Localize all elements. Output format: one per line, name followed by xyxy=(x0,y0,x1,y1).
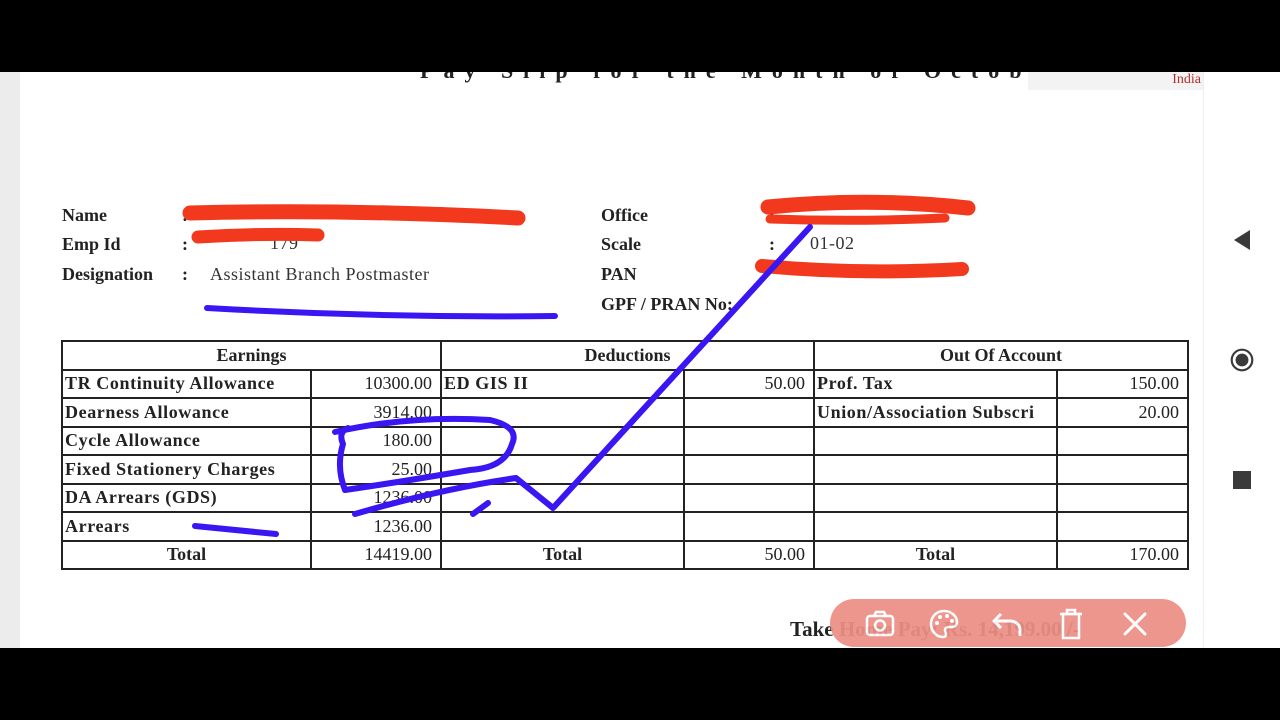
home-icon xyxy=(1230,348,1254,372)
earning-amount: 180.00 xyxy=(310,425,442,456)
earning-amount: 1236.00 xyxy=(310,482,442,513)
close-icon xyxy=(1123,612,1147,636)
palette-icon xyxy=(929,609,959,639)
deduction-amount xyxy=(683,511,815,542)
table-header-row: Earnings Deductions Out Of Account xyxy=(61,340,1189,371)
colon: : xyxy=(769,234,775,254)
table-row: Dearness Allowance 3914.00 Union/Associa… xyxy=(61,397,1189,428)
trash-icon xyxy=(1060,608,1082,640)
ooa-amount: 20.00 xyxy=(1056,397,1189,428)
close-button[interactable] xyxy=(1118,607,1152,641)
designation-label: Designation xyxy=(62,264,154,284)
deduction-name xyxy=(440,454,685,485)
ooa-total: 170.00 xyxy=(1056,539,1189,570)
recents-button[interactable] xyxy=(1230,468,1254,492)
deductions-total: 50.00 xyxy=(683,539,815,570)
deduction-name xyxy=(440,482,685,513)
earning-name: Arrears xyxy=(61,511,312,542)
ooa-name xyxy=(813,511,1058,542)
ooa-name: Union/Association Subscri xyxy=(813,397,1058,428)
drawing-toolbar xyxy=(830,599,1186,647)
name-label: Name xyxy=(62,205,107,225)
ooa-amount: 150.00 xyxy=(1056,368,1189,399)
scale-value: 01-02 xyxy=(810,233,855,253)
deduction-amount xyxy=(683,482,815,513)
deduction-name xyxy=(440,511,685,542)
ooa-amount xyxy=(1056,425,1189,456)
scale-label: Scale xyxy=(601,234,641,254)
earning-name: Cycle Allowance xyxy=(61,425,312,456)
deduction-name xyxy=(440,425,685,456)
earning-amount: 3914.00 xyxy=(310,397,442,428)
designation-value: Assistant Branch Postmaster xyxy=(210,264,430,284)
colon: : xyxy=(182,205,188,225)
out-of-account-header: Out Of Account xyxy=(813,340,1189,371)
earnings-header: Earnings xyxy=(61,340,442,371)
delete-button[interactable] xyxy=(1054,607,1088,641)
colon: : xyxy=(769,205,775,225)
table-row: Fixed Stationery Charges 25.00 xyxy=(61,454,1189,485)
office-label: Office xyxy=(601,205,648,225)
deduction-amount xyxy=(683,397,815,428)
ooa-name xyxy=(813,425,1058,456)
recents-icon xyxy=(1233,471,1251,489)
back-button[interactable] xyxy=(1230,228,1254,252)
color-picker-button[interactable] xyxy=(927,607,961,641)
deduction-amount xyxy=(683,454,815,485)
undo-icon xyxy=(992,612,1022,636)
earning-amount: 25.00 xyxy=(310,454,442,485)
ooa-total-label: Total xyxy=(813,539,1058,570)
table-row: Arrears 1236.00 xyxy=(61,511,1189,542)
screenshot-button[interactable] xyxy=(863,607,897,641)
table-row: DA Arrears (GDS) 1236.00 xyxy=(61,482,1189,513)
earning-name: Fixed Stationery Charges xyxy=(61,454,312,485)
colon: : xyxy=(182,234,188,254)
ooa-amount xyxy=(1056,482,1189,513)
colon: : xyxy=(182,264,188,284)
earning-name: TR Continuity Allowance xyxy=(61,368,312,399)
pan-label: PAN xyxy=(601,264,637,284)
screen: Pay Slip for the Month of October 2022 I… xyxy=(0,72,1280,648)
pay-table: Earnings Deductions Out Of Account TR Co… xyxy=(61,340,1189,570)
ooa-name xyxy=(813,482,1058,513)
back-icon xyxy=(1234,230,1250,250)
deduction-amount xyxy=(683,425,815,456)
earnings-total: 14419.00 xyxy=(310,539,442,570)
ooa-amount xyxy=(1056,511,1189,542)
deductions-total-label: Total xyxy=(440,539,685,570)
table-row: Cycle Allowance 180.00 xyxy=(61,425,1189,456)
camera-icon xyxy=(865,610,895,637)
earning-amount: 10300.00 xyxy=(310,368,442,399)
earning-name: DA Arrears (GDS) xyxy=(61,482,312,513)
header-box: India xyxy=(1028,72,1203,90)
earning-amount: 1236.00 xyxy=(310,511,442,542)
ooa-name: Prof. Tax xyxy=(813,368,1058,399)
pay-slip-document: Pay Slip for the Month of October 2022 I… xyxy=(20,72,1203,648)
earning-name: Dearness Allowance xyxy=(61,397,312,428)
deductions-header: Deductions xyxy=(440,340,815,371)
totals-row: Total 14419.00 Total 50.00 Total 170.00 xyxy=(61,539,1189,570)
empid-label: Emp Id xyxy=(62,234,121,254)
empid-value: 179 xyxy=(270,233,299,253)
table-row: TR Continuity Allowance 10300.00 ED GIS … xyxy=(61,368,1189,399)
deduction-amount: 50.00 xyxy=(683,368,815,399)
ooa-name xyxy=(813,454,1058,485)
country-text: India xyxy=(1172,72,1201,87)
deduction-name xyxy=(440,397,685,428)
home-button[interactable] xyxy=(1230,348,1254,372)
gpf-label: GPF / PRAN No: xyxy=(601,294,733,314)
left-edge xyxy=(0,72,20,648)
deduction-name: ED GIS II xyxy=(440,368,685,399)
ooa-amount xyxy=(1056,454,1189,485)
earnings-total-label: Total xyxy=(61,539,312,570)
undo-button[interactable] xyxy=(990,607,1024,641)
